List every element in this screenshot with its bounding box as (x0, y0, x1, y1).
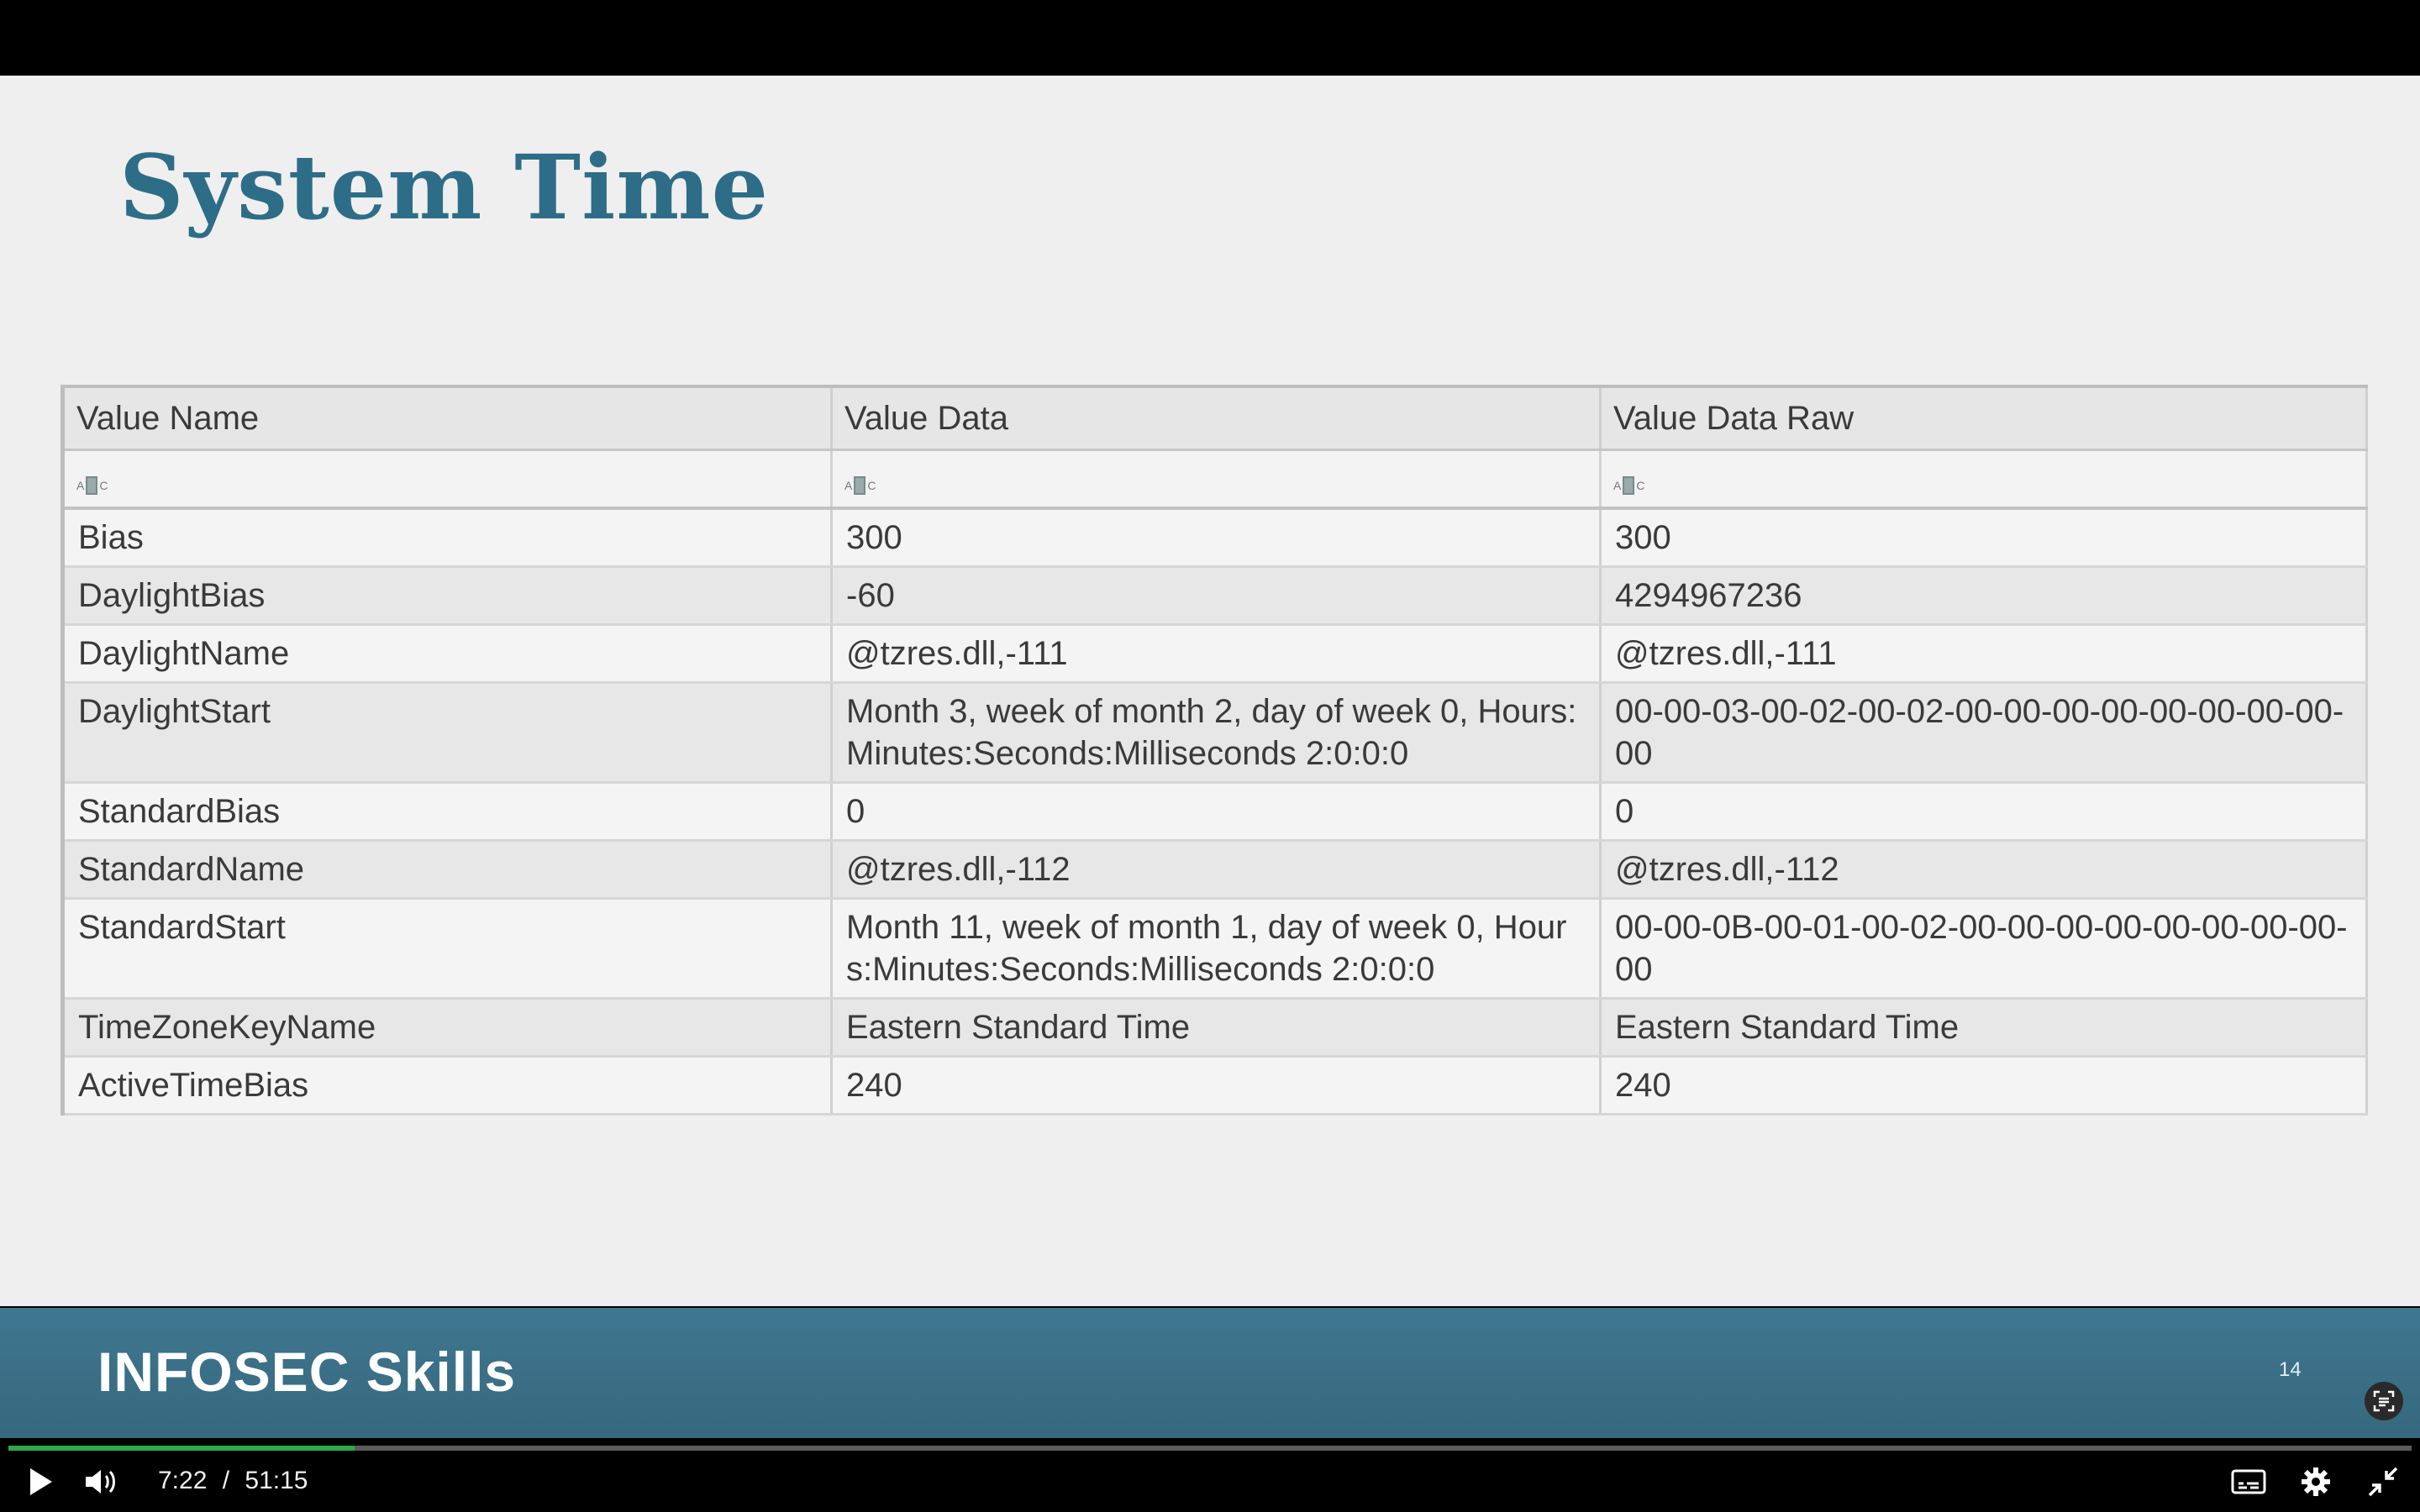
value-data-cell: @tzres.dll,-111 (831, 624, 1602, 684)
value-name-cell: DaylightStart (62, 682, 833, 784)
value-data-cell: @tzres.dll,-112 (831, 840, 1602, 900)
column-header-value-data[interactable]: Value Data (831, 385, 1602, 451)
table-row[interactable]: StandardBias 0 0 (62, 782, 2368, 842)
filter-cell-value-data[interactable]: AC (831, 449, 1602, 510)
time-separator: / (222, 1467, 230, 1494)
value-data-cell: 0 (831, 782, 1602, 842)
value-data-raw-cell: 0 (1600, 782, 2368, 842)
value-name-cell: Bias (62, 508, 833, 568)
exit-fullscreen-icon (2368, 1467, 2398, 1497)
value-name-cell: TimeZoneKeyName (62, 998, 833, 1058)
slide: System Time Value Name Value Data Value … (0, 76, 2420, 1306)
text-filter-icon: AC (1613, 475, 1644, 495)
play-button[interactable] (25, 1465, 55, 1499)
table-row[interactable]: ActiveTimeBias 240 240 (62, 1056, 2368, 1116)
progress-played (8, 1446, 355, 1451)
registry-values-table: Value Name Value Data Value Data Raw AC … (60, 385, 2368, 1116)
filter-row: AC AC AC (62, 449, 2368, 510)
value-data-raw-cell: 240 (1600, 1056, 2368, 1116)
infosec-skills-logo: INFOSEC Skills (97, 1341, 517, 1403)
captions-icon (2231, 1469, 2266, 1494)
volume-button[interactable] (82, 1465, 119, 1499)
value-data-cell: Month 11, week of month 1, day of week 0… (831, 898, 1602, 1000)
table-row[interactable]: DaylightStart Month 3, week of month 2, … (62, 682, 2368, 784)
table-row[interactable]: StandardStart Month 11, week of month 1,… (62, 898, 2368, 1000)
table-row[interactable]: TimeZoneKeyName Eastern Standard Time Ea… (62, 998, 2368, 1058)
value-name-cell: StandardName (62, 840, 833, 900)
duration: 51:15 (245, 1467, 308, 1494)
scan-text-button[interactable] (2365, 1382, 2403, 1420)
video-progress-bar[interactable] (8, 1446, 2412, 1451)
filter-cell-value-name[interactable]: AC (62, 449, 833, 510)
value-data-raw-cell: 4294967236 (1600, 566, 2368, 626)
slide-title: System Time (119, 134, 770, 239)
value-data-cell: Month 3, week of month 2, day of week 0,… (831, 682, 1602, 784)
settings-button[interactable] (2299, 1465, 2333, 1499)
value-name-cell: StandardBias (62, 782, 833, 842)
filter-cell-value-data-raw[interactable]: AC (1600, 449, 2368, 510)
player-controls: 7:22 / 51:15 (0, 1453, 2420, 1512)
exit-fullscreen-button[interactable] (2366, 1465, 2400, 1499)
value-data-cell: -60 (831, 566, 1602, 626)
current-time: 7:22 (158, 1467, 208, 1494)
value-data-cell: 240 (831, 1056, 1602, 1116)
value-name-cell: ActiveTimeBias (62, 1056, 833, 1116)
value-name-cell: DaylightName (62, 624, 833, 684)
volume-icon (86, 1470, 115, 1494)
value-data-raw-cell: @tzres.dll,-111 (1600, 624, 2368, 684)
table-row[interactable]: Bias 300 300 (62, 508, 2368, 568)
value-name-cell: DaylightBias (62, 566, 833, 626)
table-header-row: Value Name Value Data Value Data Raw (62, 385, 2368, 451)
column-header-value-name[interactable]: Value Name (62, 385, 833, 451)
value-data-raw-cell: 300 (1600, 508, 2368, 568)
value-data-cell: Eastern Standard Time (831, 998, 1602, 1058)
value-data-raw-cell: Eastern Standard Time (1600, 998, 2368, 1058)
text-filter-icon: AC (76, 475, 108, 495)
play-icon (30, 1468, 52, 1495)
time-display: 7:22 / 51:15 (158, 1467, 308, 1495)
table-row[interactable]: StandardName @tzres.dll,-112 @tzres.dll,… (62, 840, 2368, 900)
value-data-raw-cell: 00-00-0B-00-01-00-02-00-00-00-00-00-00-0… (1600, 898, 2368, 1000)
settings-icon (2302, 1467, 2330, 1496)
table-row[interactable]: DaylightName @tzres.dll,-111 @tzres.dll,… (62, 624, 2368, 684)
text-filter-icon: AC (844, 475, 876, 495)
slide-footer: INFOSEC Skills 14 (0, 1308, 2420, 1438)
column-header-value-data-raw[interactable]: Value Data Raw (1600, 385, 2368, 451)
value-data-raw-cell: @tzres.dll,-112 (1600, 840, 2368, 900)
table-row[interactable]: DaylightBias -60 4294967236 (62, 566, 2368, 626)
value-data-cell: 300 (831, 508, 1602, 568)
value-data-raw-cell: 00-00-03-00-02-00-02-00-00-00-00-00-00-0… (1600, 682, 2368, 784)
value-name-cell: StandardStart (62, 898, 833, 1000)
slide-number: 14 (2279, 1358, 2302, 1381)
scan-text-icon (2373, 1390, 2395, 1412)
captions-button[interactable] (2230, 1465, 2267, 1499)
